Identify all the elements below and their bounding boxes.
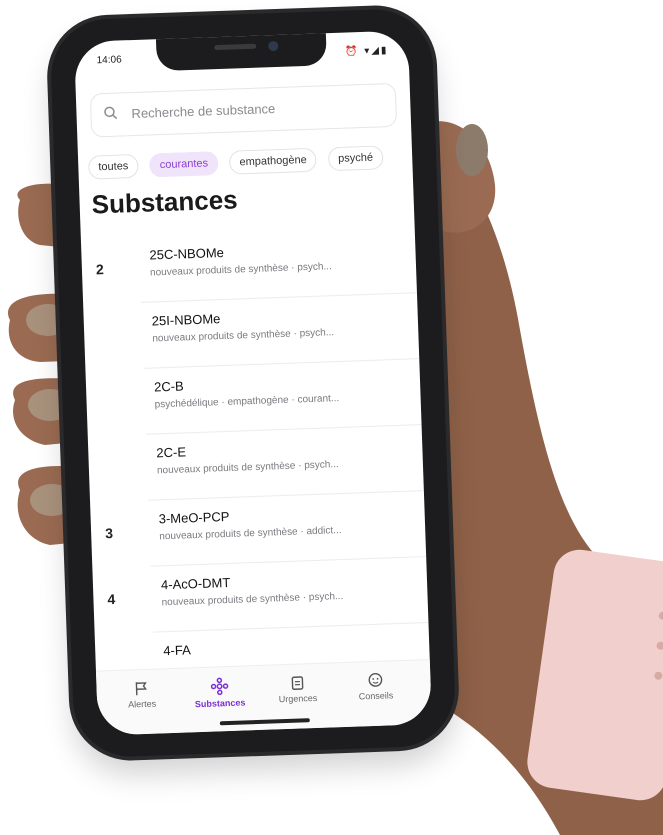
tab-conseils[interactable]: Conseils [340, 671, 411, 702]
strap-hole [653, 671, 663, 681]
list-item[interactable]: 2C-B psychédélique · empathogène · coura… [85, 358, 422, 436]
search-input[interactable]: Recherche de substance [89, 82, 398, 138]
substance-entry[interactable]: 25C-NBOMe nouveaux produits de synthèse … [138, 226, 417, 303]
bottom-nav: Alertes Substances Urgences Conseils [95, 659, 433, 736]
filter-chips: toutes courantes empathogène psyché [87, 144, 413, 181]
section-letter: 2 [95, 261, 105, 278]
tab-alertes[interactable]: Alertes [106, 679, 177, 710]
filter-chip-empathogene[interactable]: empathogène [229, 147, 318, 175]
speaker [214, 43, 257, 51]
filter-chip-toutes[interactable]: toutes [87, 153, 139, 180]
list-item[interactable]: 3 3-MeO-PCP nouveaux produits de synthès… [90, 490, 427, 568]
strap-hole [656, 641, 663, 651]
phone: 14:06 ⏰ ▾◢▮ Recherche de substance toute… [49, 7, 457, 759]
molecule-icon [210, 677, 229, 696]
face-icon [368, 673, 383, 687]
filter-chip-psychedelique[interactable]: psyché [327, 145, 384, 172]
substance-description: nouveaux produits de synthèse · psych... [152, 327, 335, 345]
strap-hole [658, 611, 663, 621]
substance-name: 4-FA [163, 642, 192, 659]
substance-list: 2 25C-NBOMe nouveaux produits de synthès… [81, 226, 430, 672]
substance-name: 25C-NBOMe [149, 244, 225, 263]
flag-icon [135, 682, 147, 696]
substance-name: 2C-B [153, 378, 184, 395]
search-placeholder: Recherche de substance [131, 101, 276, 122]
thumb-nail [456, 124, 488, 176]
page-title: Substances [91, 184, 239, 220]
substance-description: nouveaux produits de synthèse · psych... [161, 590, 344, 609]
substance-entry[interactable]: 25I-NBOMe nouveaux produits de synthèse … [141, 292, 420, 369]
tab-label: Substances [194, 697, 246, 710]
tab-label: Urgences [278, 692, 318, 705]
app-screen: 14:06 ⏰ ▾◢▮ Recherche de substance toute… [73, 30, 433, 736]
list-item[interactable]: 2C-E nouveaux produits de synthèse · psy… [88, 424, 424, 502]
section-letter: 4 [107, 590, 116, 608]
tab-label: Alertes [127, 698, 157, 710]
substance-description: psychédélique · empathogène · courant... [154, 393, 340, 411]
list-item[interactable]: 25I-NBOMe nouveaux produits de synthèse … [83, 292, 420, 370]
status-time: 14:06 [96, 54, 122, 67]
list-item[interactable]: 4 4-AcO-DMT nouveaux produits de synthès… [92, 556, 429, 634]
substance-entry[interactable]: 3-MeO-PCP nouveaux produits de synthèse … [148, 490, 427, 567]
substance-description: nouveaux produits de synthèse · psych... [149, 261, 332, 279]
section-letter: 3 [104, 524, 114, 542]
substance-name: 25I-NBOMe [151, 311, 221, 329]
search-icon [104, 106, 118, 120]
tab-substances[interactable]: Substances [184, 676, 255, 709]
clipboard-icon [291, 676, 304, 690]
front-camera [268, 40, 279, 52]
substance-name: 2C-E [156, 444, 187, 461]
substance-description: nouveaux produits de synthèse · psych... [156, 459, 339, 477]
tab-urgences[interactable]: Urgences [262, 673, 333, 704]
filter-chip-courantes[interactable]: courantes [149, 151, 219, 178]
substance-entry[interactable]: 2C-E nouveaux produits de synthèse · psy… [145, 424, 424, 501]
substance-entry[interactable]: 4-AcO-DMT nouveaux produits de synthèse … [150, 556, 429, 633]
tab-label: Conseils [358, 690, 394, 702]
list-item[interactable]: 2 25C-NBOMe nouveaux produits de synthès… [81, 226, 417, 304]
substance-description: nouveaux produits de synthèse · addict..… [159, 525, 342, 543]
status-icons: ⏰ ▾◢▮ [344, 45, 389, 58]
substance-name: 4-AcO-DMT [160, 574, 231, 593]
substance-name: 3-MeO-PCP [158, 508, 230, 527]
home-indicator[interactable] [219, 718, 310, 726]
substance-entry[interactable]: 2C-B psychédélique · empathogène · coura… [143, 358, 422, 435]
